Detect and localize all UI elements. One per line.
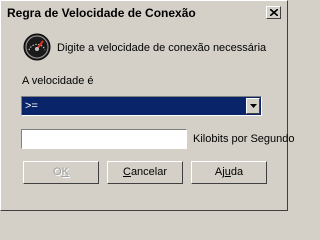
speed-value-input[interactable]	[21, 129, 187, 149]
speedometer-icon	[23, 33, 51, 61]
cancel-button[interactable]: Cancelar	[107, 161, 183, 184]
ok-label-mnemonic: K	[61, 166, 69, 178]
connection-speed-rule-dialog: Regra de Velocidade de Conexão Digite a …	[0, 0, 295, 211]
instruction-text: Digite a velocidade de conexão necessári…	[57, 42, 267, 54]
close-button[interactable]	[266, 6, 281, 19]
ok-button[interactable]: OK	[23, 161, 99, 184]
cancel-label-post: ancelar	[130, 166, 168, 178]
help-label-pre: Aj	[214, 166, 225, 178]
speed-operator-select[interactable]: >=	[21, 96, 262, 116]
speed-label: A velocidade é	[22, 75, 94, 87]
title-bar: Regra de Velocidade de Conexão	[1, 1, 287, 25]
close-icon	[270, 9, 278, 16]
help-button[interactable]: Ajuda	[191, 161, 267, 184]
dropdown-button[interactable]	[246, 98, 260, 114]
help-label-post: da	[230, 166, 244, 178]
ok-label-pre: O	[53, 166, 62, 178]
cancel-label-mnemonic: C	[122, 166, 131, 178]
select-value: >=	[25, 100, 38, 112]
chevron-down-icon	[250, 104, 257, 108]
unit-label: Kilobits por Segundo	[193, 133, 295, 145]
window-title: Regra de Velocidade de Conexão	[7, 6, 196, 20]
